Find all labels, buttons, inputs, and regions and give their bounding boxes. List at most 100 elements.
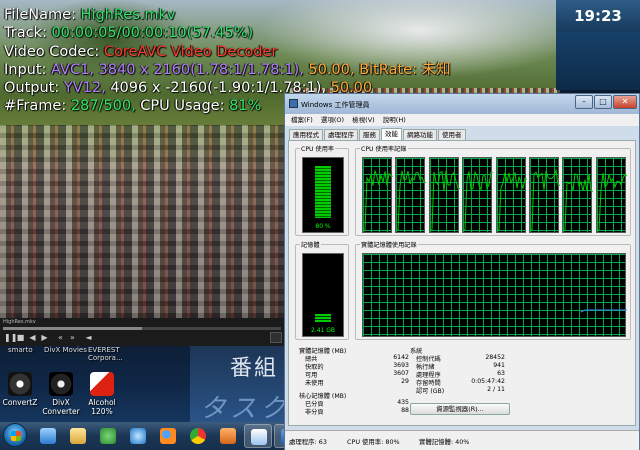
cpu-core-line	[496, 172, 527, 231]
maximize-button[interactable]: □	[594, 95, 612, 109]
wallpaper-text: 番組	[230, 356, 279, 381]
osd-file-label: FileName:	[4, 7, 76, 23]
stat-value: 88	[401, 407, 409, 414]
stat-row: 未使用 29	[299, 378, 409, 387]
pause-icon[interactable]: ❚❚	[4, 333, 17, 342]
prev-icon[interactable]: ◀	[28, 333, 37, 342]
stat-value: 0:05:47:42	[471, 378, 505, 385]
stat-row: 認可 (GB) 2 / 11	[410, 386, 505, 395]
resource-monitor-button[interactable]: 資源監視器(R)...	[410, 403, 510, 415]
folder-icon	[70, 428, 86, 444]
memory-group: 記憶體 2.41 GB	[295, 240, 349, 340]
menu-help[interactable]: 說明(H)	[383, 116, 406, 124]
osd-input-label: Input:	[4, 61, 47, 78]
clock-gadget[interactable]: 19:23	[556, 0, 640, 32]
internet-explorer-icon	[130, 428, 146, 444]
cpu-core-graph	[362, 157, 393, 233]
memory-meter: 2.41 GB	[302, 253, 344, 337]
gadget-background	[556, 32, 640, 90]
system-stats: 系統 控制代碼 28452 執行緒 941 處理程序 63 存留時間 0:05:47:42 認可…	[410, 346, 505, 396]
start-button[interactable]	[3, 423, 27, 447]
desktop-label-everest[interactable]: EVEREST Corpora...	[88, 346, 128, 362]
desktop-icon-alcohol[interactable]: Alcohol 120%	[84, 372, 120, 416]
status-memory: 實體記憶體: 40%	[419, 438, 470, 446]
cpu-history-group: CPU 使用率記錄	[355, 144, 631, 236]
tab-users[interactable]: 使用者	[438, 129, 466, 140]
osd-cpu-value: 81%	[229, 98, 262, 115]
memory-history-group: 實體記憶體使用記錄	[355, 240, 631, 340]
tab-performance[interactable]: 效能	[381, 128, 402, 140]
resource-monitor-label: 資源監視器(R)...	[436, 405, 484, 413]
cpu-core-graph	[562, 157, 594, 233]
osd-input-line: Input: AVC1, 3840 x 2160(1.78:1/1.78:1),…	[4, 61, 450, 79]
stat-label: 認可 (GB)	[416, 388, 445, 395]
seek-bar[interactable]	[3, 327, 281, 330]
desktop-icon-label: ConvertZ	[2, 398, 38, 407]
desktop-label-smarto[interactable]: smarto	[8, 346, 33, 354]
taskbar-chrome[interactable]	[184, 424, 212, 448]
fullscreen-button[interactable]	[270, 332, 282, 343]
osd-filename-line: FileName: HighRes.mkv	[4, 6, 450, 24]
minimize-button[interactable]: –	[575, 95, 593, 109]
taskbar-messenger[interactable]	[94, 424, 122, 448]
stat-value: 2 / 11	[487, 386, 505, 393]
desktop-icon-divx-converter[interactable]: DivX Converter	[42, 372, 80, 416]
forward-icon[interactable]: »	[68, 333, 77, 342]
osd-frame-value: 287/500,	[70, 98, 136, 115]
performance-panel: CPU 使用率 80 % CPU 使用率記錄 記憶體 2.41 GB 實體記憶體…	[288, 140, 636, 426]
volume-icon[interactable]: ◄	[84, 333, 93, 342]
cpu-core-graph	[462, 157, 494, 233]
taskbar-media[interactable]	[214, 424, 242, 448]
osd-output-label: Output:	[4, 80, 60, 97]
cpu-core-graph	[495, 157, 527, 233]
menu-view[interactable]: 檢視(V)	[352, 116, 375, 124]
desktop-icon-label: Alcohol 120%	[88, 398, 116, 416]
memory-history-line	[580, 309, 627, 313]
runners-crowd	[0, 125, 290, 318]
rewind-icon[interactable]: «	[56, 333, 65, 342]
memory-history-graph	[362, 253, 627, 337]
osd-codec-label: Video Codec:	[4, 43, 100, 60]
tab-processes[interactable]: 處理程序	[324, 129, 358, 140]
menu-file[interactable]: 檔案(F)	[291, 116, 313, 124]
status-cpu: CPU 使用率: 80%	[347, 438, 400, 446]
osd-track-line: Track: 00:00:05/00:00:10(57.45%)	[4, 24, 450, 42]
taskbar-firefox[interactable]	[154, 424, 182, 448]
desktop-icon-convertz[interactable]: ConvertZ	[2, 372, 38, 407]
memory-meter-value: 2.41 GB	[310, 327, 336, 334]
cpu-history-label: CPU 使用率記錄	[360, 144, 408, 153]
wallpaper-text-2: タスク	[200, 394, 291, 424]
taskbar-folder[interactable]	[64, 424, 92, 448]
desktop-label-divx-movies[interactable]: DivX Movies	[44, 346, 87, 354]
taskbar-explorer[interactable]	[34, 424, 62, 448]
taskbar-player-active[interactable]	[244, 424, 272, 448]
osd-codec-value: CoreAVC Video Decoder	[103, 43, 278, 60]
screen: FileName: HighRes.mkv Track: 00:00:05/00…	[0, 0, 640, 450]
physical-memory-stats: 實體記憶體 (MB) 總共 6142 快取的 3693 可用 3607 未使用 29	[299, 346, 409, 388]
tab-applications[interactable]: 應用程式	[289, 129, 323, 140]
stat-value: 29	[401, 378, 409, 385]
stop-icon[interactable]: ■	[16, 333, 25, 342]
taskbar-ie[interactable]	[124, 424, 152, 448]
chrome-icon	[190, 428, 206, 444]
tab-services[interactable]: 服務	[359, 129, 380, 140]
menu-options[interactable]: 選項(O)	[321, 116, 344, 124]
memory-meter-bars	[315, 314, 331, 322]
stat-label: 非分頁	[305, 409, 324, 416]
next-icon[interactable]: ▶	[40, 333, 49, 342]
convertz-icon	[8, 372, 32, 396]
tab-networking[interactable]: 網路功能	[403, 129, 437, 140]
seek-progress	[3, 327, 142, 330]
cpu-core-graph	[529, 157, 560, 233]
cpu-core-line	[363, 170, 393, 231]
memory-history-label: 實體記憶體使用記錄	[360, 240, 418, 249]
window-titlebar[interactable]: Windows 工作管理員 – □ ✕	[285, 94, 639, 114]
cpu-core-graph	[595, 157, 627, 233]
cpu-core-line	[530, 168, 560, 231]
stat-value: 3607	[393, 370, 409, 377]
osd-input-res: 3840 x 2160(1.78:1/1.78:1),	[98, 61, 304, 78]
memory-label: 記憶體	[300, 240, 321, 249]
osd-track-pct: (57.45%)	[186, 25, 254, 42]
computer-icon	[40, 428, 56, 444]
close-button[interactable]: ✕	[613, 95, 637, 109]
